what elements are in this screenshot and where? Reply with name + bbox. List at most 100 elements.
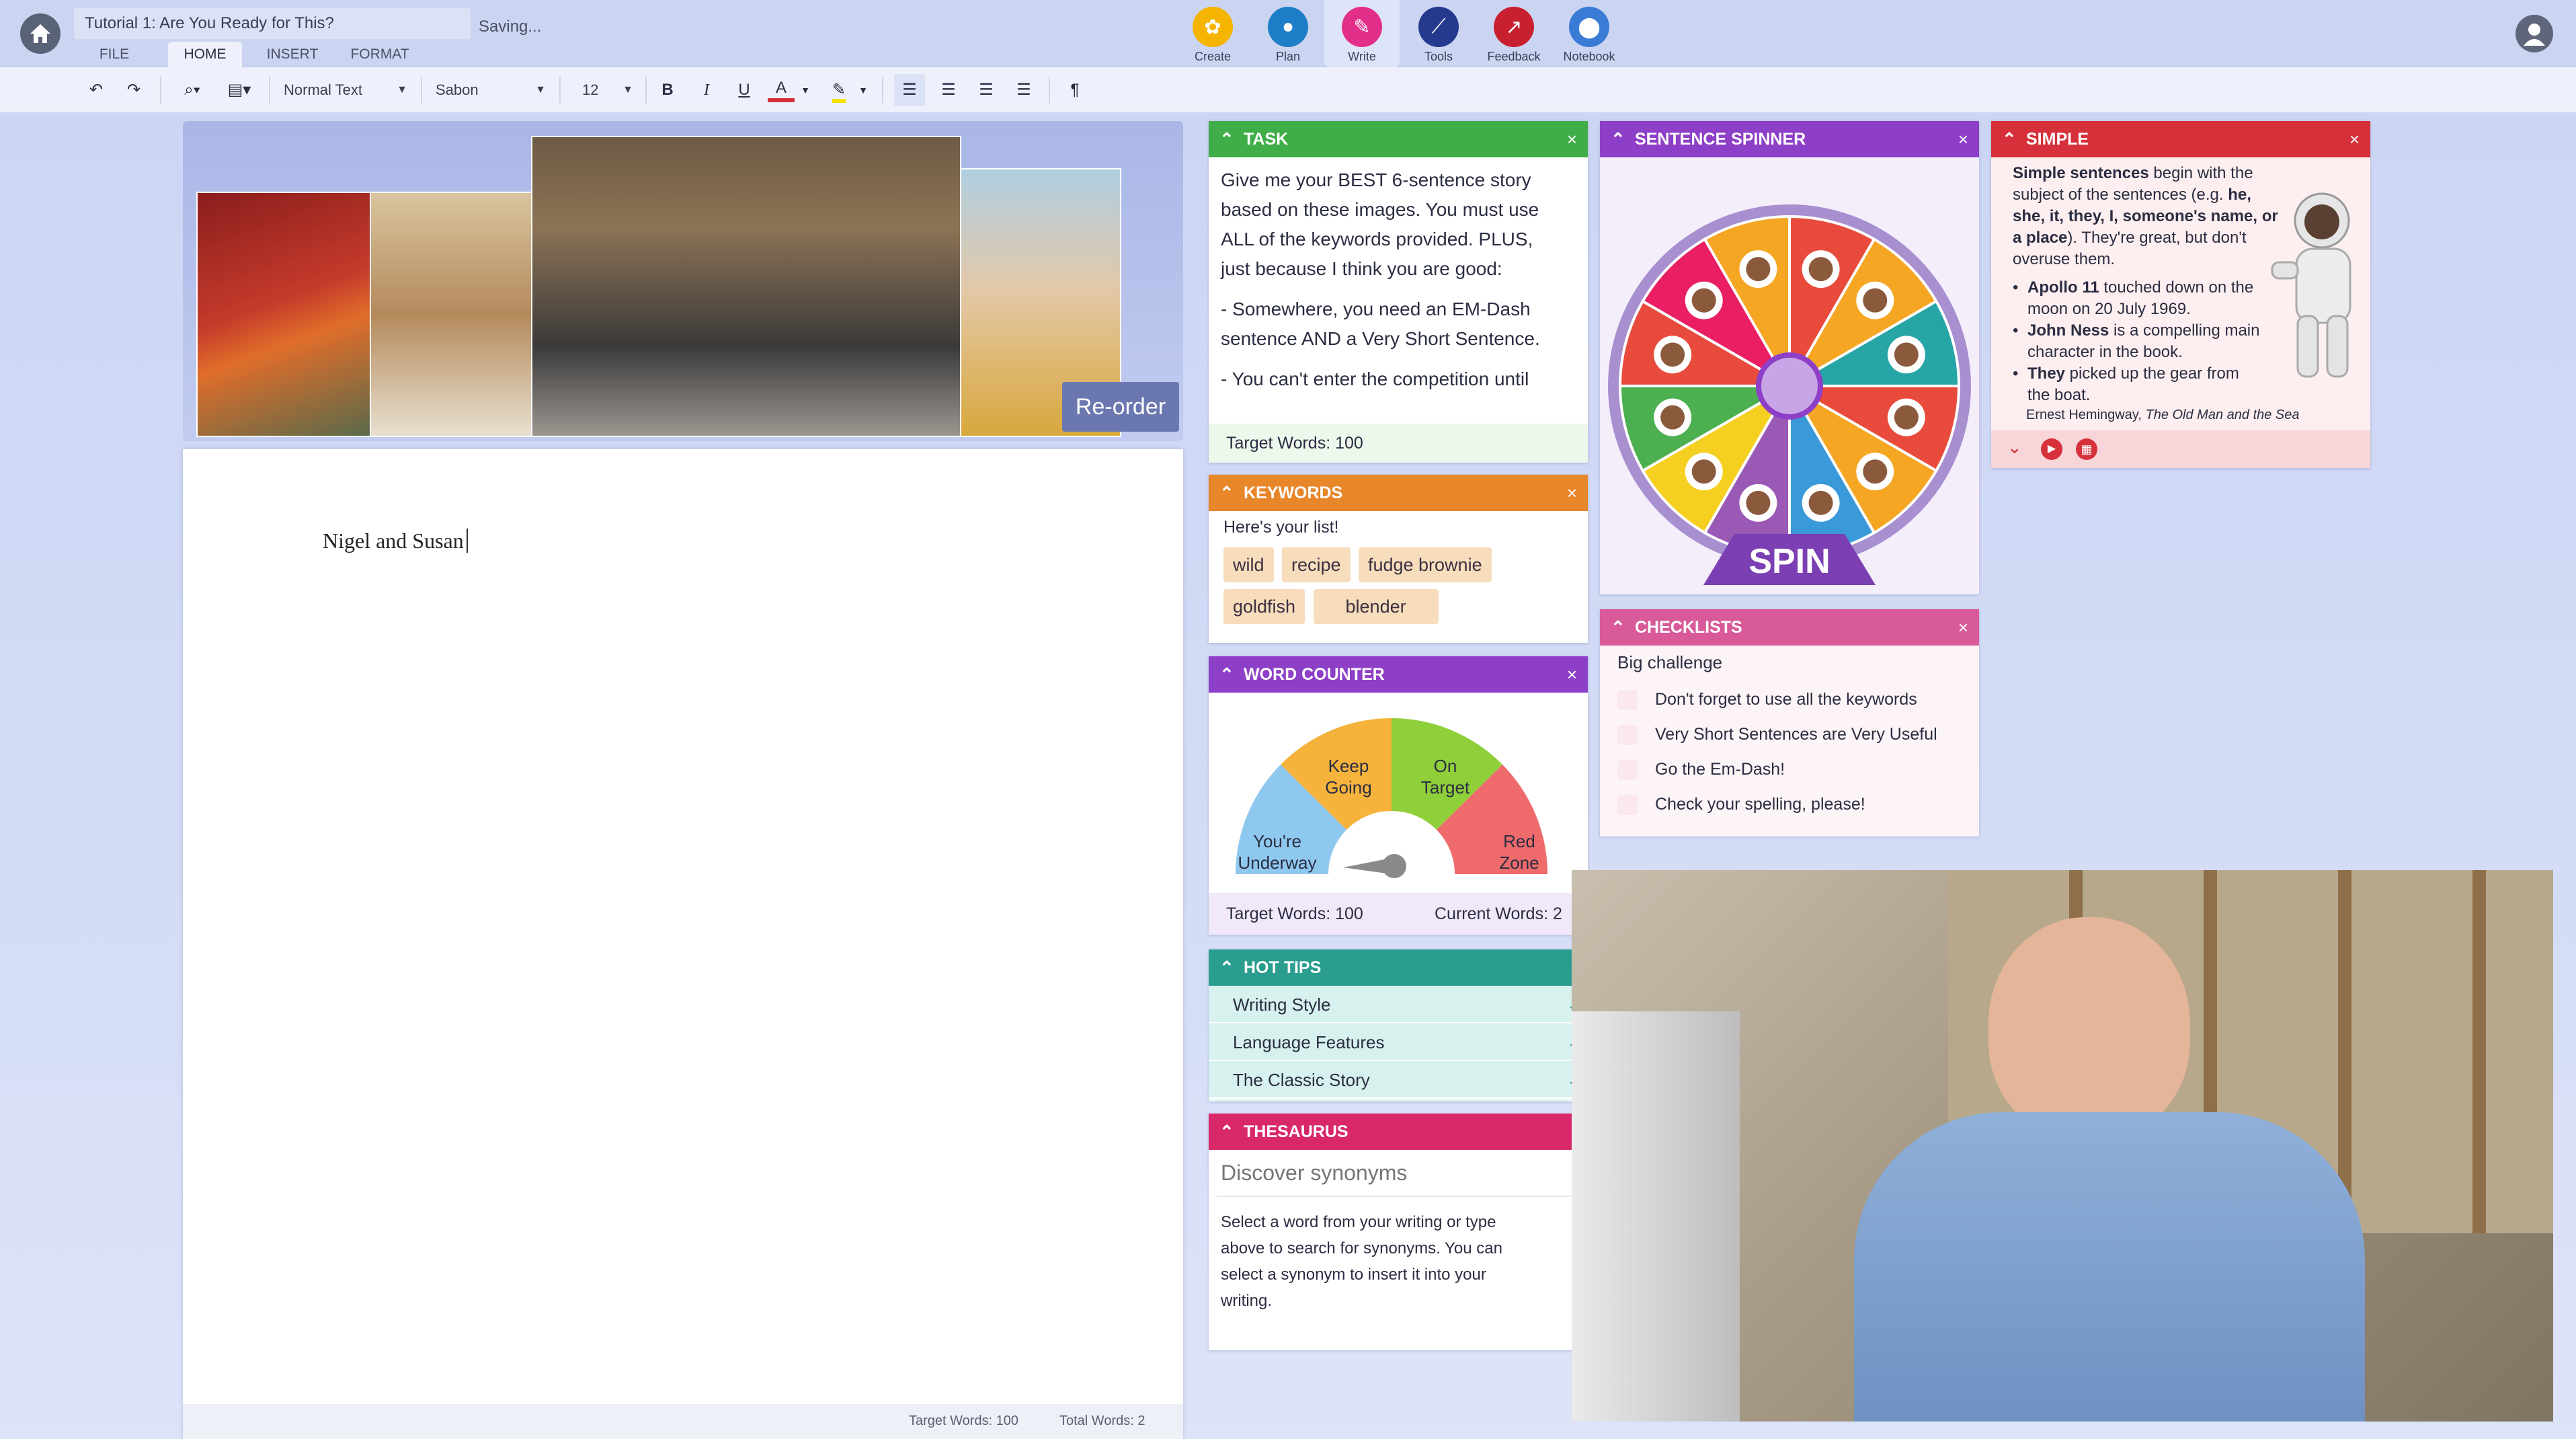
spinner-wheel[interactable]: SPIN: [1600, 157, 1979, 594]
align-center-button[interactable]: ☰: [933, 74, 964, 106]
justify-button[interactable]: ☰: [1008, 74, 1039, 106]
chevron-up-icon[interactable]: ⌃: [2002, 121, 2017, 157]
checklist-item[interactable]: Go the Em-Dash!: [1600, 752, 1979, 787]
word-counter-gauge: You're Underway Keep Going On Target Red Zon…: [1236, 718, 1547, 878]
example-item: • John Ness is a compelling main characte…: [2013, 321, 2260, 361]
close-icon[interactable]: ×: [1958, 609, 1968, 646]
presenter-shirt: [1854, 1112, 2365, 1422]
hot-tip-item[interactable]: The Classic Story⌄: [1209, 1061, 1588, 1099]
paragraph-style-select[interactable]: Normal Text ▼: [278, 74, 413, 106]
close-icon[interactable]: ×: [2349, 121, 2360, 157]
document-editor[interactable]: Nigel and Susan Target Words: 100 Total …: [183, 449, 1183, 1439]
align-right-button[interactable]: ☰: [971, 74, 1002, 106]
hot-tip-item[interactable]: Language Features⌄: [1209, 1023, 1588, 1061]
hot-tips-header[interactable]: ⌃ HOT TIPS: [1209, 949, 1588, 986]
thesaurus-search-input[interactable]: [1217, 1150, 1580, 1197]
keyword-chip[interactable]: blender: [1313, 589, 1439, 624]
presenter-video[interactable]: [1572, 870, 2553, 1422]
chevron-up-icon[interactable]: ⌃: [1219, 1114, 1234, 1150]
show-formatting-button[interactable]: ¶: [1061, 74, 1089, 106]
document-footer: Target Words: 100 Total Words: 2: [183, 1404, 1183, 1439]
tab-home[interactable]: HOME: [168, 42, 242, 67]
highlight-button[interactable]: ✎: [826, 74, 852, 106]
wheel-character-face: [1691, 459, 1716, 484]
align-left-button[interactable]: ☰: [894, 74, 925, 106]
simple-header[interactable]: ⌃ SIMPLE ×: [1991, 121, 2370, 157]
task-line: - You can't enter the competition until: [1221, 368, 1529, 389]
zoom-button[interactable]: ⌕▾: [172, 74, 212, 106]
tab-file[interactable]: FILE: [87, 42, 141, 67]
toolbar-divider: [882, 77, 883, 104]
chevron-down-icon[interactable]: ▼: [797, 74, 813, 106]
font-size-select[interactable]: 12 ▼: [577, 74, 637, 106]
feedback-button[interactable]: ↗ Feedback: [1476, 7, 1552, 64]
close-icon[interactable]: ×: [1567, 656, 1577, 693]
close-icon[interactable]: ×: [1567, 121, 1577, 157]
firefighter-photo[interactable]: [196, 192, 371, 437]
text-cursor: [466, 529, 473, 553]
toolbar-divider: [559, 77, 561, 104]
checkbox[interactable]: [1617, 725, 1638, 745]
chevron-up-icon[interactable]: ⌃: [1219, 475, 1234, 511]
checklist-label: Go the Em-Dash!: [1655, 760, 1785, 779]
chevron-down-icon[interactable]: ⌄: [2007, 437, 2022, 458]
document-title-input[interactable]: Tutorial 1: Are You Ready for This?: [74, 8, 471, 39]
close-icon[interactable]: ×: [1958, 121, 1968, 157]
create-button[interactable]: ✿ Create: [1175, 7, 1250, 64]
intro-bold: Simple sentences: [2013, 164, 2149, 182]
reorder-button[interactable]: Re-order: [1062, 382, 1179, 432]
checklists-header[interactable]: ⌃ CHECKLISTS ×: [1600, 609, 1979, 646]
boy-eating-photo[interactable]: [370, 192, 532, 437]
chevron-up-icon[interactable]: ⌃: [1219, 656, 1234, 693]
tools-button[interactable]: ⟋ Tools: [1401, 7, 1476, 64]
keywords-header[interactable]: ⌃ KEYWORDS ×: [1209, 475, 1588, 511]
keyword-chip[interactable]: fudge brownie: [1358, 547, 1492, 582]
thesaurus-header[interactable]: ⌃ THESAURUS: [1209, 1114, 1588, 1150]
font-family-select[interactable]: Sabon ▼: [430, 74, 551, 106]
tab-insert[interactable]: INSERT: [262, 42, 323, 67]
keyword-chip[interactable]: wild: [1223, 547, 1274, 582]
user-avatar[interactable]: [2515, 15, 2553, 52]
chevron-up-icon[interactable]: ⌃: [1611, 609, 1625, 646]
checkbox[interactable]: [1617, 795, 1638, 815]
word-counter-header[interactable]: ⌃ WORD COUNTER ×: [1209, 656, 1588, 693]
highlighter-icon: ✎: [832, 81, 846, 103]
toolbar-divider: [645, 77, 647, 104]
redo-button[interactable]: ↷: [120, 74, 148, 106]
underline-button[interactable]: U: [730, 74, 758, 106]
spinner-header[interactable]: ⌃ SENTENCE SPINNER ×: [1600, 121, 1979, 157]
wheel-character-face: [1660, 405, 1685, 430]
document-text[interactable]: Nigel and Susan: [323, 529, 473, 553]
chevron-up-icon[interactable]: ⌃: [1219, 121, 1234, 157]
hot-tip-item[interactable]: Writing Style⌄: [1209, 986, 1588, 1023]
grid-icon[interactable]: ▦: [2076, 438, 2097, 460]
chevron-down-icon[interactable]: ▼: [855, 74, 871, 106]
undo-button[interactable]: ↶: [82, 74, 110, 106]
chevron-up-icon[interactable]: ⌃: [1611, 121, 1625, 157]
checkbox[interactable]: [1617, 690, 1638, 710]
wheel-character-face: [1863, 459, 1888, 484]
checklist-item[interactable]: Very Short Sentences are Very Useful: [1600, 717, 1979, 752]
home-button[interactable]: [20, 13, 61, 54]
italic-button[interactable]: I: [692, 74, 721, 106]
kitchen-couple-photo[interactable]: [531, 136, 961, 437]
close-icon[interactable]: ×: [1567, 475, 1577, 511]
bold-button[interactable]: B: [653, 74, 682, 106]
checkbox[interactable]: [1617, 760, 1638, 780]
task-line: Give me your BEST 6-sentence story: [1221, 169, 1531, 190]
write-button[interactable]: ✎ Write: [1324, 7, 1400, 64]
notebook-button[interactable]: ⬤ Notebook: [1552, 7, 1627, 64]
spinner-title: SENTENCE SPINNER: [1635, 130, 1806, 149]
keyword-chip[interactable]: recipe: [1281, 547, 1351, 582]
tab-format[interactable]: FORMAT: [343, 42, 417, 67]
checklist-item[interactable]: Check your spelling, please!: [1600, 787, 1979, 822]
checklist-item[interactable]: Don't forget to use all the keywords: [1600, 682, 1979, 717]
keyword-chip[interactable]: goldfish: [1223, 589, 1305, 624]
plan-button[interactable]: ● Plan: [1250, 7, 1326, 64]
play-icon[interactable]: ▶: [2041, 438, 2062, 460]
chevron-up-icon[interactable]: ⌃: [1219, 949, 1234, 986]
wheel-character-face: [1746, 490, 1771, 515]
font-color-button[interactable]: A: [768, 74, 795, 102]
clipboard-button[interactable]: ▤▾: [219, 74, 259, 106]
task-header[interactable]: ⌃ TASK ×: [1209, 121, 1588, 157]
